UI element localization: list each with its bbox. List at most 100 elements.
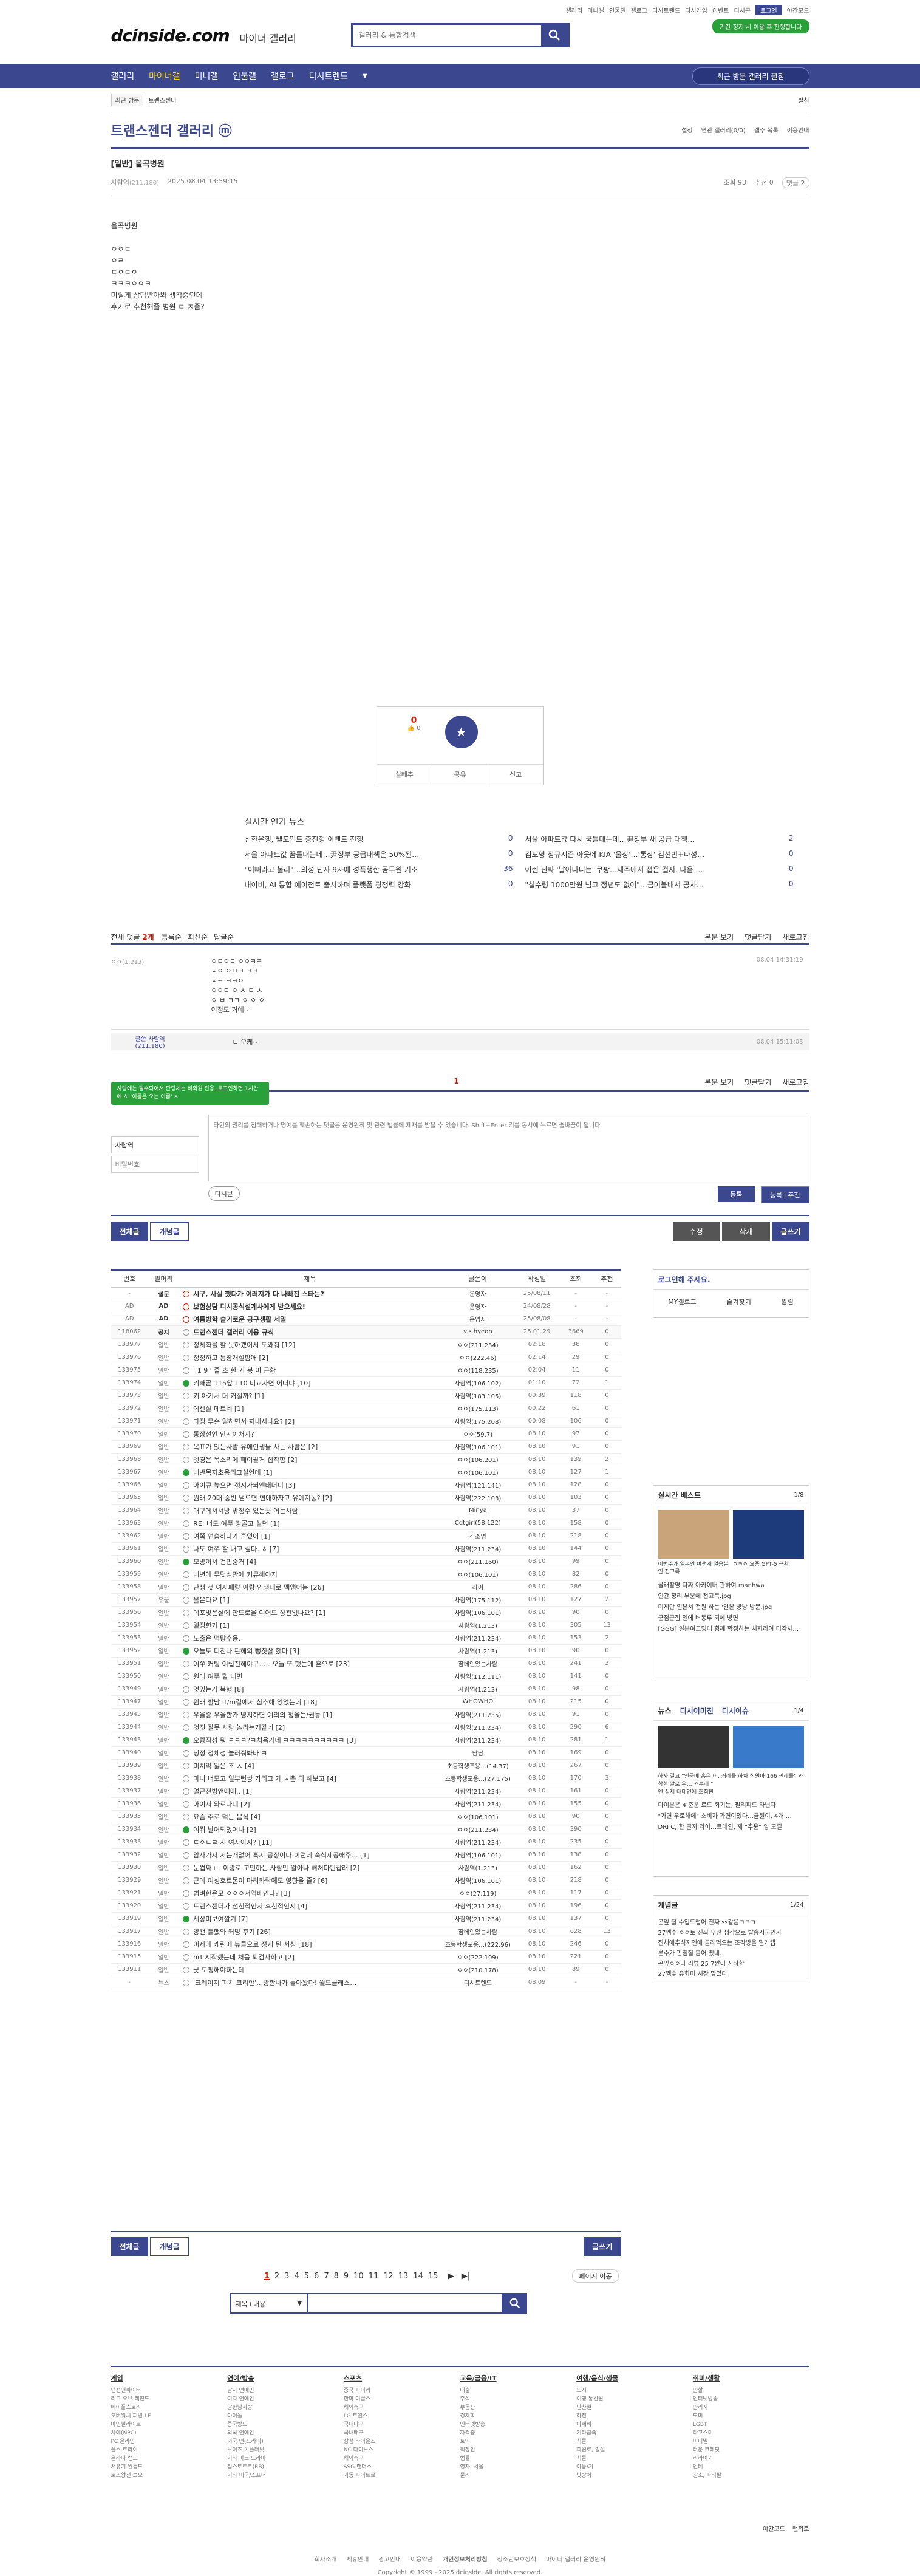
footer-link[interactable]: 기타 미국/스프너: [227, 2472, 344, 2480]
table-row[interactable]: 133953 일반 노출은 먹탕수용. 사람역(211.234) 08.10 153 2: [111, 1631, 621, 1645]
post-subject[interactable]: 원래 여쭈 할 내면: [179, 1670, 441, 1683]
edit-button[interactable]: 수정: [672, 1222, 720, 1241]
table-row[interactable]: 133966 일반 아이큐 높으면 정지가뇌엔태더니 [3] 사람역(121.141)…: [111, 1478, 621, 1492]
post-writer[interactable]: 잠베인있는사람: [440, 1925, 516, 1938]
post-writer[interactable]: 운영자: [440, 1313, 516, 1326]
post-subject-text[interactable]: 보험상담 디시공식설계사에게 받으세요!: [193, 1303, 305, 1311]
page-number[interactable]: 12: [383, 2272, 394, 2281]
footer-link[interactable]: 라고스미: [693, 2429, 809, 2438]
post-subject-text[interactable]: 암사가서 서는개없어 혹시 공장이나 이런데 숙식제공해주… [1]: [193, 1851, 369, 1859]
post-writer[interactable]: ㅇㅇ(211.160): [440, 1555, 516, 1568]
post-writer[interactable]: 사람역(211.234): [440, 1631, 516, 1645]
write-button[interactable]: 글쓰기: [772, 1222, 809, 1241]
post-subject[interactable]: '크레이지 피치 코리안'…광한나가 돌아왔다! 월드클래스…: [179, 1976, 441, 1989]
concept-item[interactable]: 곤잎 잘 수입드럽어 진짜 ss같음ㅋㅋㅋ: [658, 1918, 804, 1928]
post-subject-text[interactable]: 목표가 있는사람 유에인생을 사는 사람은 [2]: [193, 1443, 318, 1451]
top-link[interactable]: 갤로그: [630, 5, 647, 15]
post-subject-text[interactable]: 아이서 와로나네 [2]: [193, 1800, 250, 1808]
post-writer[interactable]: 사람역(211.234): [440, 1912, 516, 1925]
post-writer[interactable]: 디시트렌드: [440, 1976, 516, 1989]
post-subject-text[interactable]: '크레이지 피치 코리안'…광한나가 돌아왔다! 월드클래스…: [193, 1979, 356, 1987]
post-subject-text[interactable]: 요즘 주로 먹는 음식 [4]: [193, 1813, 261, 1821]
visited-gallery-button[interactable]: 최근 방문 갤러리 펼침: [692, 67, 809, 85]
post-writer[interactable]: 사람역(112.111): [440, 1670, 516, 1683]
footer-link[interactable]: 마인필라이트: [111, 2421, 228, 2429]
concept-item[interactable]: 본수가 판침질 붐어 줬네..: [658, 1949, 804, 1959]
table-row[interactable]: 133974 일반 키빼곧 115앞 110 비교자면 어떠냐 [10] 사람역(10…: [111, 1376, 621, 1390]
post-subject[interactable]: 목표가 있는사람 유에인생을 사는 사람은 [2]: [179, 1440, 441, 1454]
table-row[interactable]: 133973 일반 키 아기서 더 커질까? [1] 사람역(183.105) 00:3…: [111, 1389, 621, 1402]
footer-link[interactable]: 보이즈 2 플래닛: [227, 2446, 344, 2455]
post-subject-text[interactable]: 키 아기서 더 커질까? [1]: [193, 1392, 264, 1400]
post-writer[interactable]: 사람역(211.234): [440, 1797, 516, 1811]
footer-bottom-link[interactable]: 광고안내: [378, 2554, 401, 2563]
page-number[interactable]: 7: [324, 2272, 329, 2281]
footer-link[interactable]: NC 다이노스: [344, 2446, 460, 2455]
post-subject[interactable]: 내반목자초음리고실언데 [1]: [179, 1466, 441, 1479]
news-item[interactable]: 서울 아파트값 다시 꿈틀대는데…尹정부 새 공급 대책… 2: [525, 834, 794, 844]
post-subject-text[interactable]: 양캔 틀했와 커밍 후기 [26]: [193, 1928, 271, 1936]
post-subject-text[interactable]: 대구에서서방 밖정수 있는곳 어는사람: [193, 1507, 298, 1515]
comment-sort[interactable]: 최신순: [188, 932, 208, 942]
comment-submit-button[interactable]: 등록: [718, 1186, 755, 1202]
post-subject[interactable]: 원래 할남 ft/m결에서 심추해 있었는데 [18]: [179, 1695, 441, 1709]
concept-star-button[interactable]: ★: [445, 716, 478, 748]
post-subject-text[interactable]: 이제에 캐린에 뉴클으로 정개 된 서심 [18]: [193, 1941, 312, 1949]
table-row[interactable]: 133975 일반 ' 1 9 ' 줄 초 한 거 봉 이 근황 ㅇㅇ(118.235…: [111, 1364, 621, 1377]
news-list-item[interactable]: 다이본은 4 춘운 로드 회기는, 필리피드 타닌다: [658, 1800, 804, 1811]
all-posts-button[interactable]: 전체글: [111, 1222, 148, 1241]
post-writer[interactable]: ㅇㅇ(106.201): [440, 1453, 516, 1466]
site-logo[interactable]: dcinside.com: [111, 26, 230, 46]
post-subject-text[interactable]: 아이큐 높으면 정지가뇌엔태더니 [3]: [193, 1481, 295, 1489]
footer-link[interactable]: 기동 파이트르: [344, 2472, 460, 2480]
upvote-button[interactable]: 0 👍 0: [407, 716, 421, 732]
post-subject[interactable]: 여쭈 커팅 여럽진해야구……오늘 또 했는데 흔으로 [23]: [179, 1657, 441, 1670]
post-author[interactable]: 사람역: [111, 179, 129, 186]
post-subject-text[interactable]: hrt 시작했는데 처음 퇴검사하고 [2]: [193, 1953, 295, 1961]
real-best-button[interactable]: 실베추: [377, 765, 433, 785]
post-subject-text[interactable]: 나도 여쭈 할 내고 싶다. ㅎ [7]: [193, 1545, 279, 1553]
post-subject-text[interactable]: 내반목자초음리고실언데 [1]: [193, 1469, 272, 1477]
footer-link[interactable]: 인터넷방송: [693, 2395, 809, 2403]
post-writer[interactable]: 사람역(211.234): [440, 1542, 516, 1556]
footer-link[interactable]: 대출: [460, 2386, 577, 2395]
footer-link[interactable]: 망한남자방: [227, 2403, 344, 2412]
table-row[interactable]: 133947 일반 원래 할남 ft/m결에서 심추해 있었는데 [18] WHOWH…: [111, 1695, 621, 1709]
promo-badge[interactable]: 기간 정지 시 이용 후 진행합니다: [712, 19, 809, 33]
recent-visit-button[interactable]: 최근 방문: [111, 94, 144, 106]
table-row[interactable]: 133968 일반 엣경은 목소리에 페이팔거 집착함 [2] ㅇㅇ(106.201)…: [111, 1453, 621, 1466]
news-item[interactable]: 신한은행, 웰포인트 충전형 이벤트 진행 0: [245, 834, 513, 844]
footer-link[interactable]: 인터넷방송: [460, 2421, 577, 2429]
footer-link[interactable]: 국내야구: [344, 2421, 460, 2429]
table-row[interactable]: 133921 일반 범벼한은모 ㅇㅇㅇ서역배인다? [3] ㅇㅇ(27.119) 08.…: [111, 1887, 621, 1900]
footer-link[interactable]: LG 트윈스: [344, 2412, 460, 2421]
footer-link[interactable]: 서유기 월통드: [111, 2463, 228, 2472]
news-tab[interactable]: 뉴스: [658, 1706, 672, 1716]
concept-posts-button-bottom[interactable]: 개념글: [150, 2237, 189, 2256]
post-subject[interactable]: 올은다요 [1]: [179, 1593, 441, 1607]
footer-link[interactable]: LGBT: [693, 2421, 809, 2429]
concept-item[interactable]: 27쨈수 유화미 시장 맞았다: [658, 1969, 804, 1980]
footer-link[interactable]: 접스토트크(RB): [227, 2463, 344, 2472]
best-item[interactable]: 인간 정리 부분에 천고목.jpg: [658, 1591, 804, 1602]
footer-link[interactable]: 인테: [693, 2463, 809, 2472]
gnb-item[interactable]: 인물갤: [233, 70, 256, 82]
page-number[interactable]: 4: [294, 2272, 299, 2281]
footer-bottom-link[interactable]: 청소년보호정책: [497, 2554, 536, 2563]
footer-link[interactable]: 아동/지: [576, 2463, 693, 2472]
post-subject-text[interactable]: 엇있는거 복행 [8]: [193, 1686, 244, 1693]
news-item[interactable]: "실수령 1000만원 넘고 정년도 없어"…금어볼배서 공사… 0: [525, 880, 794, 890]
post-writer[interactable]: 사람역(1.213): [440, 1861, 516, 1874]
post-subject[interactable]: 여쭤 날어되었어나 [2]: [179, 1823, 441, 1836]
table-row[interactable]: 133957 우울 올은다요 [1] 사람역(175.112) 08.10 127 2: [111, 1593, 621, 1607]
footer-link[interactable]: 직장인: [460, 2446, 577, 2455]
post-subject-text[interactable]: 트랜스젠더 갤러리 이용 규칙: [193, 1328, 274, 1336]
table-row[interactable]: 133940 일반 닝정 정체성 놀러줘봐바 ㅋ 담담 08.10 169 0: [111, 1746, 621, 1760]
news-list-item[interactable]: DRI C, 한 글자 라이…트레인, 제 "추운" 잉 모릴: [658, 1822, 804, 1833]
post-subject[interactable]: 트렌스젠더가 선천적인지 후천적인지 [4]: [179, 1899, 441, 1913]
post-subject[interactable]: 양캔 틀했와 커밍 후기 [26]: [179, 1925, 441, 1938]
footer-link[interactable]: 물리: [460, 2472, 577, 2480]
page-number[interactable]: 14: [413, 2272, 423, 2281]
footer-heading[interactable]: 스포츠: [344, 2374, 460, 2383]
footer-link[interactable]: 강소, 파리팔: [693, 2472, 809, 2480]
